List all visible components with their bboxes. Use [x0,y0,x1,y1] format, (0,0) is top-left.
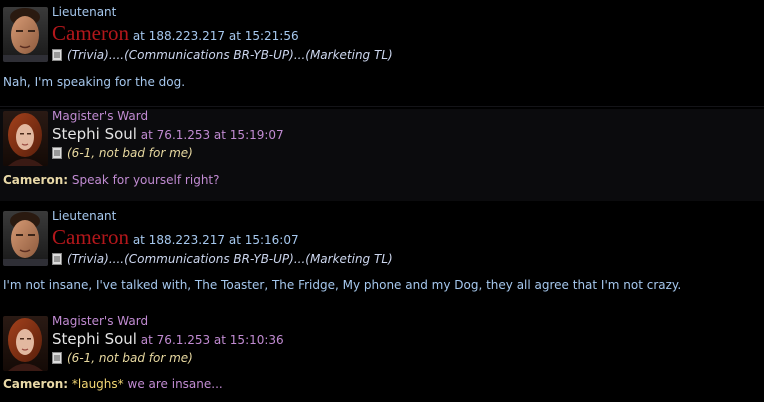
stephi-avatar-icon[interactable] [3,316,48,371]
groups-text: (Trivia)....(Communications BR-YB-UP)...… [67,48,393,62]
post-header: Lieutenant Cameron at 188.223.217 at 15:… [52,5,764,64]
post-info: at 188.223.217 at 15:21:56 [132,29,299,43]
member-groups: (6-1, not bad for me) [52,349,764,367]
cameron-avatar-icon[interactable] [3,211,48,266]
post-body: Cameron: Speak for yourself right? [3,173,220,187]
groups-text: (6-1, not bad for me) [67,351,193,365]
rank-label: Lieutenant [52,209,117,223]
post-info: at 76.1.253 at 15:19:07 [140,128,284,142]
user-name[interactable]: Stephi Soul [52,330,137,348]
emote-text: *laughs* [71,377,124,391]
document-icon[interactable] [52,49,62,61]
post-body: I'm not insane, I've talked with, The To… [3,278,682,292]
post-2: Magister's Ward Stephi Soul at 76.1.253 … [0,109,764,201]
user-name[interactable]: Stephi Soul [52,125,137,143]
document-icon[interactable] [52,352,62,364]
member-groups: (Trivia)....(Communications BR-YB-UP)...… [52,250,764,268]
name-line: Cameron at 188.223.217 at 15:21:56 [52,20,764,46]
post-header: Magister's Ward Stephi Soul at 76.1.253 … [52,109,764,162]
post-body-text: Speak for yourself right? [71,173,220,187]
post-1: Lieutenant Cameron at 188.223.217 at 15:… [0,5,764,100]
groups-text: (Trivia)....(Communications BR-YB-UP)...… [67,252,393,266]
post-body-text: we are insane... [127,377,223,391]
user-name[interactable]: Cameron [52,21,129,45]
post-4: Magister's Ward Stephi Soul at 76.1.253 … [0,314,764,402]
post-header: Lieutenant Cameron at 188.223.217 at 15:… [52,209,764,268]
stephi-avatar-icon[interactable] [3,111,48,166]
cameron-avatar-icon[interactable] [3,7,48,62]
member-groups: (Trivia)....(Communications BR-YB-UP)...… [52,46,764,64]
document-icon[interactable] [52,147,62,159]
quoted-user: Cameron: [3,173,69,187]
name-line: Cameron at 188.223.217 at 15:16:07 [52,224,764,250]
post-info: at 76.1.253 at 15:10:36 [140,333,284,347]
quoted-user: Cameron: [3,377,69,391]
post-info: at 188.223.217 at 15:16:07 [132,233,299,247]
divider [0,106,764,107]
member-groups: (6-1, not bad for me) [52,144,764,162]
groups-text: (6-1, not bad for me) [67,146,193,160]
post-header: Magister's Ward Stephi Soul at 76.1.253 … [52,314,764,367]
rank-label: Lieutenant [52,5,117,19]
rank-label: Magister's Ward [52,109,149,123]
user-name[interactable]: Cameron [52,225,129,249]
name-line: Stephi Soul at 76.1.253 at 15:10:36 [52,329,764,349]
post-body: Cameron: *laughs* we are insane... [3,377,223,391]
post-3: Lieutenant Cameron at 188.223.217 at 15:… [0,209,764,301]
post-body: Nah, I'm speaking for the dog. [3,75,186,89]
rank-label: Magister's Ward [52,314,149,328]
document-icon[interactable] [52,253,62,265]
name-line: Stephi Soul at 76.1.253 at 15:19:07 [52,124,764,144]
